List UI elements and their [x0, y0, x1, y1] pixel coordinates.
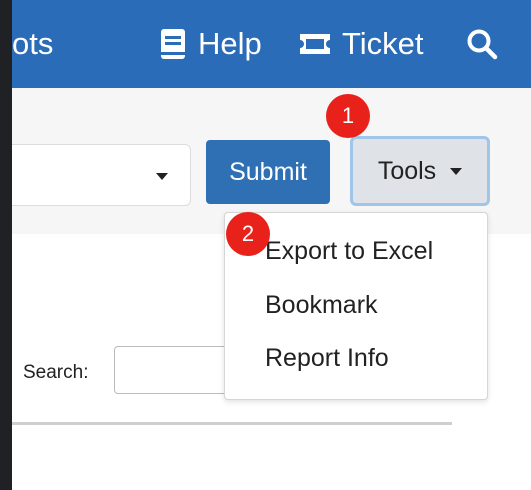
tools-dropdown-button[interactable]: Tools	[350, 136, 490, 206]
submit-button[interactable]: Submit	[206, 140, 330, 204]
nav-search-button[interactable]	[466, 24, 498, 64]
report-select[interactable]	[12, 144, 191, 206]
search-label: Search:	[23, 362, 89, 383]
step-marker-1: 1	[326, 94, 370, 138]
nav-help-label: Help	[198, 26, 262, 61]
caret-down-icon	[450, 167, 463, 175]
nav-item-reports[interactable]: ots	[12, 24, 53, 64]
search-icon	[466, 28, 498, 60]
nav-ticket-label: Ticket	[342, 26, 424, 61]
chevron-down-icon	[156, 173, 168, 180]
app-window: ots Help Ticket Submit Tools Search: Exp…	[12, 0, 531, 490]
divider	[12, 422, 452, 425]
menu-item-export-excel[interactable]: Export to Excel	[265, 237, 433, 266]
step-marker-2: 2	[226, 212, 270, 256]
nav-item-help[interactable]: Help	[158, 24, 262, 64]
tools-button-label: Tools	[377, 156, 437, 185]
nav-reports-label: ots	[12, 26, 54, 61]
ticket-icon	[298, 31, 332, 57]
nav-item-ticket[interactable]: Ticket	[298, 24, 424, 64]
top-navbar: ots Help Ticket	[12, 0, 531, 88]
book-icon	[158, 28, 188, 60]
menu-item-report-info[interactable]: Report Info	[265, 344, 389, 373]
menu-item-bookmark[interactable]: Bookmark	[265, 291, 378, 320]
